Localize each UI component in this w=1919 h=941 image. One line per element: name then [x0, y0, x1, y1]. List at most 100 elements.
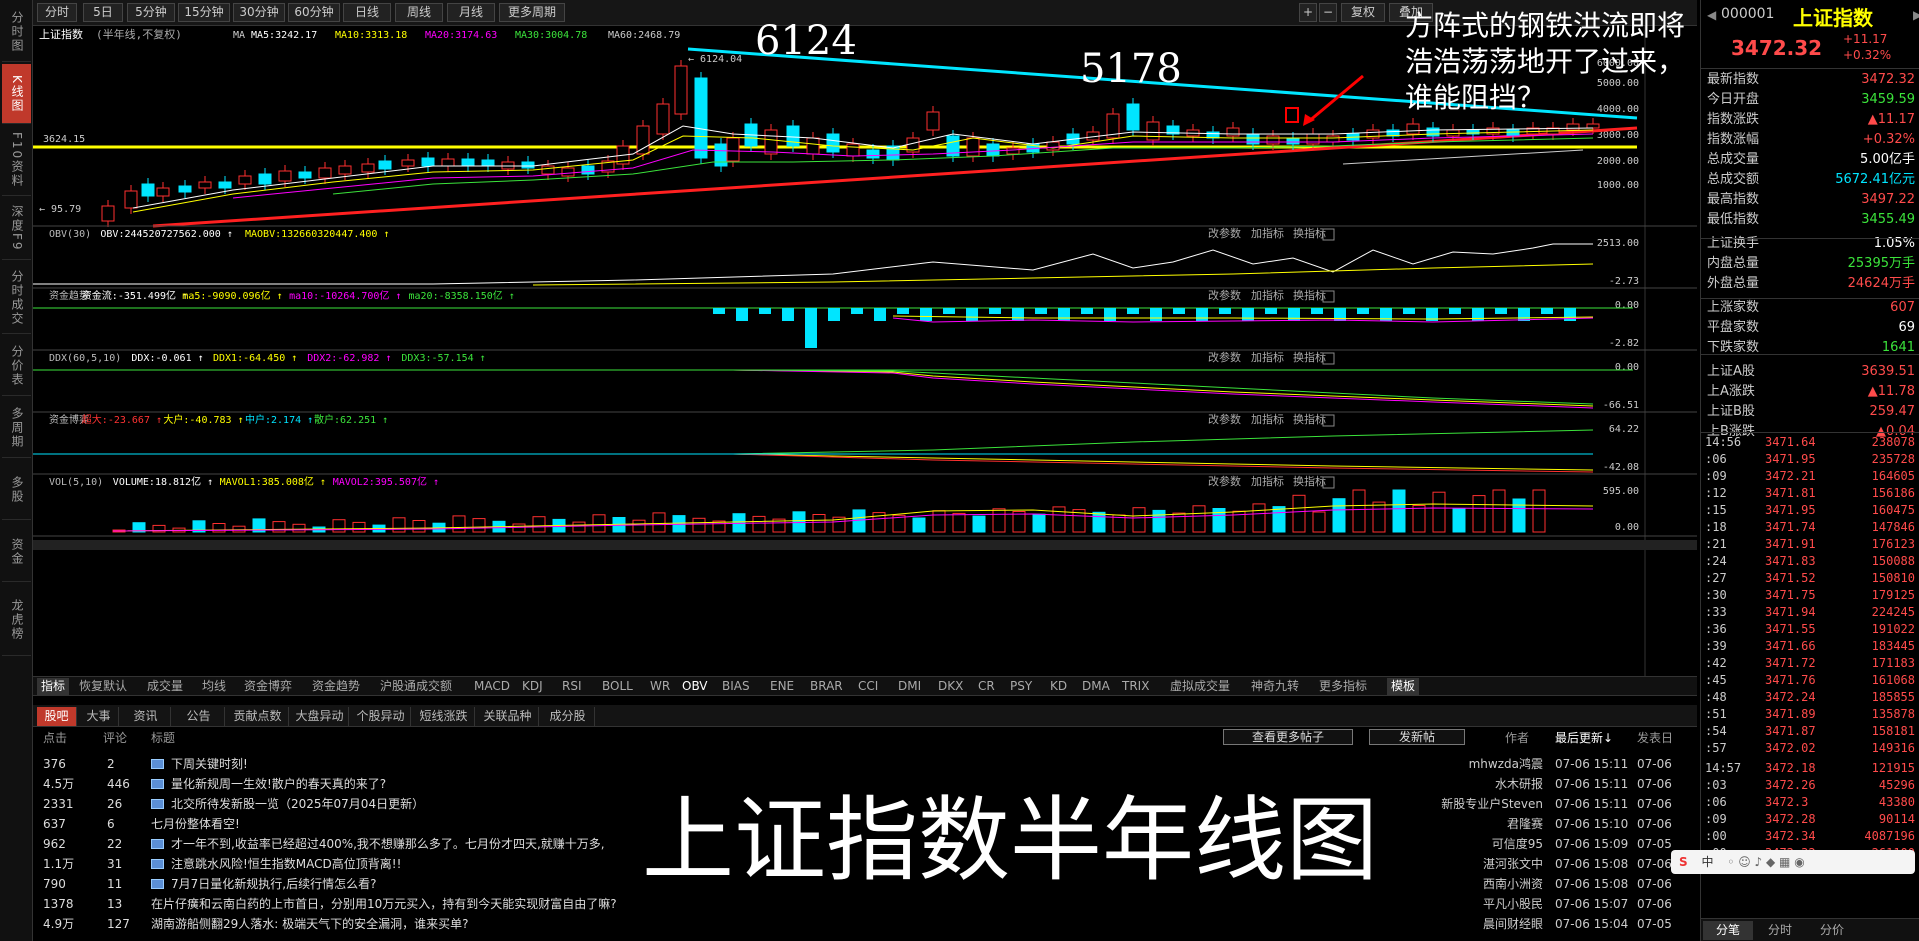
indicator-tab-3[interactable]: 均线	[202, 678, 226, 695]
tick-volume: 149316	[1871, 741, 1915, 755]
indicator-tab-20[interactable]: PSY	[1010, 678, 1032, 695]
tab-fenshi[interactable]: 分时图	[2, 2, 31, 62]
quote-row-value: 259.47	[1869, 404, 1916, 419]
news-tab-5[interactable]: 大盘异动	[291, 707, 349, 726]
news-tab-1[interactable]: 大事	[79, 707, 119, 726]
indicator-tab-15[interactable]: BRAR	[810, 678, 843, 695]
new-post-button[interactable]: 发新帖	[1369, 729, 1465, 745]
news-tab-0[interactable]: 股吧	[37, 707, 77, 726]
indicator-tab-25[interactable]: 神奇九转	[1251, 678, 1299, 695]
tab-kline[interactable]: K线图	[2, 64, 31, 124]
news-row[interactable]: 1378 13 在片仔癀和云南白药的上市首日，分别用10万元买入，持有到今天能实现财…	[33, 894, 1688, 914]
indicator-tab-24[interactable]: 虚拟成交量	[1170, 678, 1230, 695]
indicator-tab-18[interactable]: DKX	[938, 678, 963, 695]
period-60min[interactable]: 60分钟	[288, 3, 340, 22]
tab-minute[interactable]: 分时	[1755, 921, 1805, 940]
tick-time: :15	[1705, 503, 1727, 517]
period-day[interactable]: 日线	[343, 3, 391, 22]
news-tab-8[interactable]: 关联品种	[477, 707, 539, 726]
indicator-tab-6[interactable]: 沪股通成交额	[380, 678, 452, 695]
indicator-tab-8[interactable]: KDJ	[522, 678, 543, 695]
zoom-out-button[interactable]: −	[1319, 3, 1337, 22]
news-title[interactable]: 7月7日量化新规执行,后续行情怎么看?	[171, 874, 376, 894]
tab-depth[interactable]: 深度F9	[2, 198, 31, 260]
fund-bar	[736, 308, 748, 321]
indicator-tab-19[interactable]: CR	[978, 678, 995, 695]
ime-mode[interactable]: 中	[1701, 855, 1713, 869]
period-week[interactable]: 周线	[395, 3, 443, 22]
indicator-tab-1[interactable]: 恢复默认	[79, 678, 127, 695]
volume-bar	[992, 508, 1006, 533]
ime-toolbar[interactable]: S 中 ◦ ☺ ♪ ◆ ▦ ◉	[1671, 850, 1915, 874]
tab-dragon-tiger[interactable]: 龙虎榜	[2, 584, 31, 656]
news-title[interactable]: 在片仔癀和云南白药的上市首日，分别用10万元买入，持有到今天能实现财富自由了嘛?	[151, 894, 617, 914]
tab-ticks[interactable]: 分笔	[1703, 921, 1753, 940]
period-5min[interactable]: 5分钟	[127, 3, 175, 22]
news-row[interactable]: 4.9万 127 湖南游船侧翻29人落水: 极端天气下的安全漏洞，谁来买单? 晨间财经…	[33, 914, 1688, 934]
indicator-tab-14[interactable]: ENE	[770, 678, 794, 695]
indicator-tab-10[interactable]: BOLL	[602, 678, 633, 695]
restore-rights-button[interactable]: 复权	[1341, 3, 1385, 22]
period-15min[interactable]: 15分钟	[178, 3, 230, 22]
news-title[interactable]: 下周关键时刻!	[171, 754, 248, 774]
indicator-tab-22[interactable]: DMA	[1082, 678, 1110, 695]
news-tab-9[interactable]: 成分股	[541, 707, 595, 726]
news-tab-4[interactable]: 贡献点数	[227, 707, 289, 726]
indicator-tab-9[interactable]: RSI	[562, 678, 582, 695]
tab-price[interactable]: 分价	[1807, 921, 1857, 940]
next-arrow-icon[interactable]: ▶	[1913, 8, 1919, 22]
period-more[interactable]: 更多周期	[499, 3, 565, 22]
tab-multi-stock[interactable]: 多股	[2, 460, 31, 520]
news-title[interactable]: 北交所待发新股一览（2025年07月04日更新）	[171, 794, 424, 814]
indicator-tab-27[interactable]: 模板	[1387, 678, 1420, 695]
period-month[interactable]: 月线	[447, 3, 495, 22]
col-updated[interactable]: 最后更新↓	[1555, 729, 1613, 746]
prev-arrow-icon[interactable]: ◀	[1707, 8, 1716, 22]
news-title[interactable]: 量化新规周一生效!散户的春天真的来了?	[171, 774, 386, 794]
panel-axis-top: 595.00	[1603, 486, 1639, 497]
tab-multi-period[interactable]: 多周期	[2, 398, 31, 458]
indicator-tab-12[interactable]: OBV	[682, 678, 708, 695]
quote-row-value: 24624万手	[1847, 276, 1915, 291]
tab-funds[interactable]: 资金	[2, 522, 31, 582]
news-row[interactable]: 376 2 下周关键时刻! mhwzda鸿震 07-06 15:11 07-06	[33, 754, 1688, 774]
kline-chart-area[interactable]: 上证指数 (半年线,不复权) MA MA5:3242.17 MA10:3313.18 MA…	[33, 26, 1697, 676]
col-posted[interactable]: 发表日	[1637, 729, 1673, 746]
col-comments[interactable]: 评论	[103, 729, 127, 746]
panel-item-3-1: 大户:-40.783 ↑	[163, 413, 243, 426]
indicator-tab-0[interactable]: 指标	[37, 678, 70, 695]
indicator-tab-7[interactable]: MACD	[474, 678, 510, 695]
indicator-tab-2[interactable]: 成交量	[147, 678, 183, 695]
news-tab-6[interactable]: 个股异动	[351, 707, 411, 726]
indicator-tab-26[interactable]: 更多指标	[1319, 678, 1367, 695]
period-30min[interactable]: 30分钟	[233, 3, 285, 22]
tick-time: 14:57	[1705, 761, 1742, 775]
indicator-tab-16[interactable]: CCI	[858, 678, 878, 695]
tab-price-table[interactable]: 分价表	[2, 336, 31, 396]
news-title[interactable]: 七月份整体看空!	[151, 814, 240, 834]
fund-bar	[1242, 308, 1254, 321]
news-tab-7[interactable]: 短线涨跌	[413, 707, 475, 726]
period-fenshi[interactable]: 分时	[37, 3, 77, 22]
news-tab-3[interactable]: 公告	[173, 707, 225, 726]
period-5day[interactable]: 5日	[83, 3, 123, 22]
indicator-tab-4[interactable]: 资金博弈	[244, 678, 292, 695]
indicator-tab-17[interactable]: DMI	[898, 678, 921, 695]
tab-f10[interactable]: F10资料	[2, 126, 31, 196]
news-tab-2[interactable]: 资讯	[121, 707, 171, 726]
zoom-in-button[interactable]: +	[1299, 3, 1317, 22]
tick-volume: 156186	[1871, 486, 1915, 500]
news-title[interactable]: 湖南游船侧翻29人落水: 极端天气下的安全漏洞，谁来买单?	[151, 914, 469, 934]
more-posts-button[interactable]: 查看更多帖子	[1223, 729, 1353, 745]
tab-trades[interactable]: 分时成交	[2, 262, 31, 334]
volume-bar	[1272, 506, 1286, 533]
col-clicks[interactable]: 点击	[43, 729, 67, 746]
indicator-tab-11[interactable]: WR	[650, 678, 670, 695]
indicator-tab-21[interactable]: KD	[1050, 678, 1067, 695]
news-title[interactable]: 注意跳水风险!恒生指数MACD高位顶背离!!	[171, 854, 401, 874]
indicator-tab-5[interactable]: 资金趋势	[312, 678, 360, 695]
indicator-tab-13[interactable]: BIAS	[722, 678, 750, 695]
news-title[interactable]: 才一年不到,收益率已经超过400%,我不想赚那么多了。七月份才四天,就赚十万多,	[171, 834, 605, 854]
indicator-tab-23[interactable]: TRIX	[1122, 678, 1149, 695]
col-author[interactable]: 作者	[1505, 729, 1529, 746]
